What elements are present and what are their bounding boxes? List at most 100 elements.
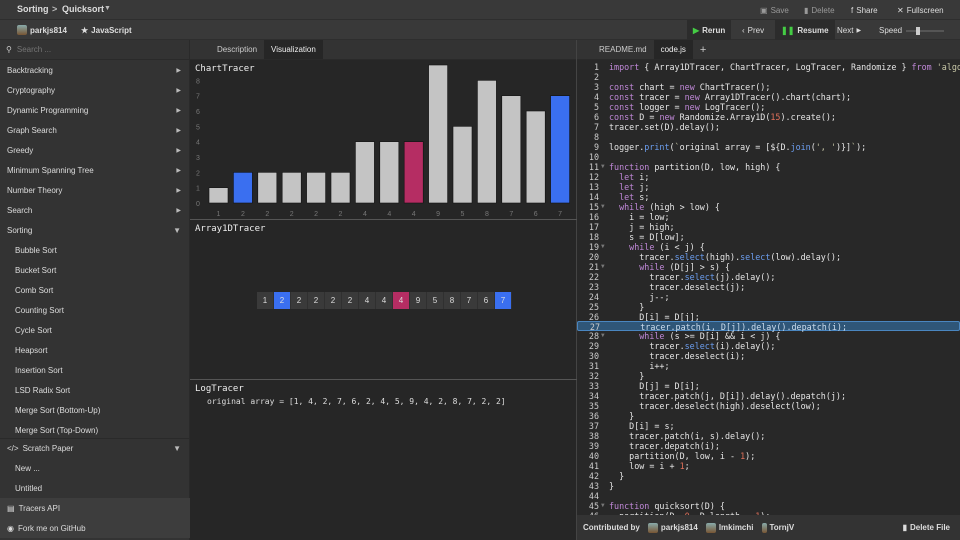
speed-slider-thumb[interactable]	[916, 27, 921, 35]
code-line[interactable]: 38 tracer.patch(i, s).delay();	[577, 431, 960, 441]
resume-button[interactable]: ❚❚ Resume	[775, 20, 835, 40]
code-line[interactable]: 41 low = i + 1;	[577, 461, 960, 471]
user-button[interactable]: parkjs814	[17, 20, 67, 40]
sidebar-item[interactable]: Bubble Sort	[0, 240, 190, 260]
code-line[interactable]: 40 partition(D, low, i - 1);	[577, 451, 960, 461]
sidebar-scratch-item[interactable]: New ...	[0, 458, 190, 478]
code-line[interactable]: 33 D[j] = D[i];	[577, 381, 960, 391]
sidebar-category[interactable]: Search ▶	[0, 200, 190, 220]
code-line[interactable]: 27 tracer.patch(i, D[j]).delay().depatch…	[577, 321, 960, 332]
code-line[interactable]: 31 i++;	[577, 361, 960, 371]
sidebar-item[interactable]: Merge Sort (Bottom-Up)	[0, 400, 190, 420]
code-line[interactable]: 25 }	[577, 302, 960, 312]
add-file-button[interactable]: +	[693, 40, 713, 59]
tab-visualization[interactable]: Visualization	[264, 40, 323, 59]
code-line[interactable]: 36 }	[577, 411, 960, 421]
sidebar-scratch-item[interactable]: Untitled	[0, 478, 190, 498]
code-line[interactable]: 9 logger.print(`original array = [${D.joi…	[577, 142, 960, 152]
code-line[interactable]: 10	[577, 152, 960, 162]
search-box[interactable]: ⚲	[0, 40, 190, 60]
tab-code-js[interactable]: code.js	[653, 40, 693, 59]
sidebar-item[interactable]: Bucket Sort	[0, 260, 190, 280]
contributor[interactable]: lmkimchi	[705, 518, 754, 538]
code-line[interactable]: 8	[577, 132, 960, 142]
speed-slider[interactable]	[906, 27, 944, 35]
github-link[interactable]: ◉ Fork me on GitHub	[0, 518, 190, 538]
sidebar-item[interactable]: Counting Sort	[0, 300, 190, 320]
contributor[interactable]: TornjV	[761, 518, 794, 538]
tab-description[interactable]: Description	[210, 40, 264, 59]
code-line[interactable]: 4 const tracer = new Array1DTracer().char…	[577, 92, 960, 102]
save-button[interactable]: ▣ Save	[760, 0, 789, 20]
fold-arrow-icon[interactable]: ▼	[601, 162, 605, 172]
sidebar-item[interactable]: LSD Radix Sort	[0, 380, 190, 400]
sidebar-item[interactable]: Merge Sort (Top-Down)	[0, 420, 190, 440]
fold-arrow-icon[interactable]: ▼	[601, 242, 605, 252]
sidebar-item[interactable]: Insertion Sort	[0, 360, 190, 380]
delete-button[interactable]: ▮ Delete	[804, 0, 835, 20]
code-line[interactable]: 43}	[577, 481, 960, 491]
sidebar-category[interactable]: Dynamic Programming ▶	[0, 100, 190, 120]
code-line[interactable]: 39 tracer.depatch(i);	[577, 441, 960, 451]
code-line[interactable]: 23 tracer.deselect(j);	[577, 282, 960, 292]
language-button[interactable]: ★ JavaScript	[81, 20, 132, 40]
delete-file-button[interactable]: ▮ Delete File	[903, 518, 950, 538]
fold-arrow-icon[interactable]: ▼	[601, 262, 605, 272]
code-line[interactable]: 34 tracer.patch(j, D[i]).delay().depatch…	[577, 391, 960, 401]
code-line[interactable]: 21 ▼ while (D[j] > s) {	[577, 262, 960, 272]
contributor[interactable]: parkjs814	[647, 518, 698, 538]
fullscreen-button[interactable]: ✕ Fullscreen	[897, 0, 944, 20]
sidebar-item[interactable]: Cycle Sort	[0, 320, 190, 340]
code-line[interactable]: 45 ▼ function quicksort(D) {	[577, 501, 960, 511]
code-line[interactable]: 20 tracer.select(high).select(low).delay…	[577, 252, 960, 262]
code-line[interactable]: 13 let j;	[577, 182, 960, 192]
sidebar-item[interactable]: Heapsort	[0, 340, 190, 360]
code-line[interactable]: 30 tracer.deselect(i);	[577, 351, 960, 361]
sidebar-scratch-paper[interactable]: </> Scratch Paper ▼	[0, 438, 190, 458]
sidebar-category[interactable]: Number Theory ▶	[0, 180, 190, 200]
breadcrumb-category[interactable]: Sorting	[17, 4, 49, 14]
sidebar-category[interactable]: Graph Search ▶	[0, 120, 190, 140]
code-line[interactable]: 44	[577, 491, 960, 501]
code-line[interactable]: 12 let i;	[577, 172, 960, 182]
code-line[interactable]: 24 j--;	[577, 292, 960, 302]
prev-button[interactable]: ‹ Prev	[742, 20, 764, 40]
code-line[interactable]: 15 ▼ while (high > low) {	[577, 202, 960, 212]
code-line[interactable]: 22 tracer.select(j).delay();	[577, 272, 960, 282]
code-editor[interactable]: 1 import { Array1DTracer, ChartTracer, Lo…	[577, 60, 960, 515]
code-line[interactable]: 17 j = high;	[577, 222, 960, 232]
code-line[interactable]: 18 s = D[low];	[577, 232, 960, 242]
code-line[interactable]: 19 ▼ while (i < j) {	[577, 242, 960, 252]
code-line[interactable]: 32 }	[577, 371, 960, 381]
code-line[interactable]: 1 import { Array1DTracer, ChartTracer, Lo…	[577, 62, 960, 72]
sidebar-category[interactable]: Backtracking ▶	[0, 60, 190, 80]
code-line[interactable]: 35 tracer.deselect(high).deselect(low);	[577, 401, 960, 411]
code-line[interactable]: 7 tracer.set(D).delay();	[577, 122, 960, 132]
search-input[interactable]	[16, 42, 167, 57]
code-line[interactable]: 6 const D = new Randomize.Array1D(15).cre…	[577, 112, 960, 122]
code-line[interactable]: 5 const logger = new LogTracer();	[577, 102, 960, 112]
next-button[interactable]: Next ▶	[837, 20, 861, 40]
code-line[interactable]: 2	[577, 72, 960, 82]
code-line[interactable]: 16 i = low;	[577, 212, 960, 222]
code-line[interactable]: 11 ▼ function partition(D, low, high) {	[577, 162, 960, 172]
sidebar-category-sorting[interactable]: Sorting ▼	[0, 220, 190, 240]
code-line[interactable]: 29 tracer.select(i).delay();	[577, 341, 960, 351]
sidebar-category[interactable]: Greedy ▶	[0, 140, 190, 160]
chevron-down-icon[interactable]: ▼	[104, 5, 111, 12]
tracers-api-link[interactable]: ▤ Tracers API	[0, 498, 190, 518]
code-line[interactable]: 14 let s;	[577, 192, 960, 202]
sidebar-category[interactable]: Minimum Spanning Tree ▶	[0, 160, 190, 180]
code-line[interactable]: 37 D[i] = s;	[577, 421, 960, 431]
fold-arrow-icon[interactable]: ▼	[601, 501, 605, 511]
code-line[interactable]: 42 }	[577, 471, 960, 481]
share-button[interactable]: f Share	[851, 0, 878, 20]
sidebar-category[interactable]: Cryptography ▶	[0, 80, 190, 100]
code-line[interactable]: 26 D[i] = D[j];	[577, 312, 960, 322]
code-line[interactable]: 3 const chart = new ChartTracer();	[577, 82, 960, 92]
breadcrumb-algorithm[interactable]: Quicksort	[62, 4, 104, 14]
fold-arrow-icon[interactable]: ▼	[601, 331, 605, 341]
rerun-button[interactable]: ▶ Rerun	[687, 20, 732, 40]
tab-readme[interactable]: README.md	[592, 40, 654, 59]
code-line[interactable]: 28 ▼ while (s >= D[i] && i < j) {	[577, 331, 960, 341]
